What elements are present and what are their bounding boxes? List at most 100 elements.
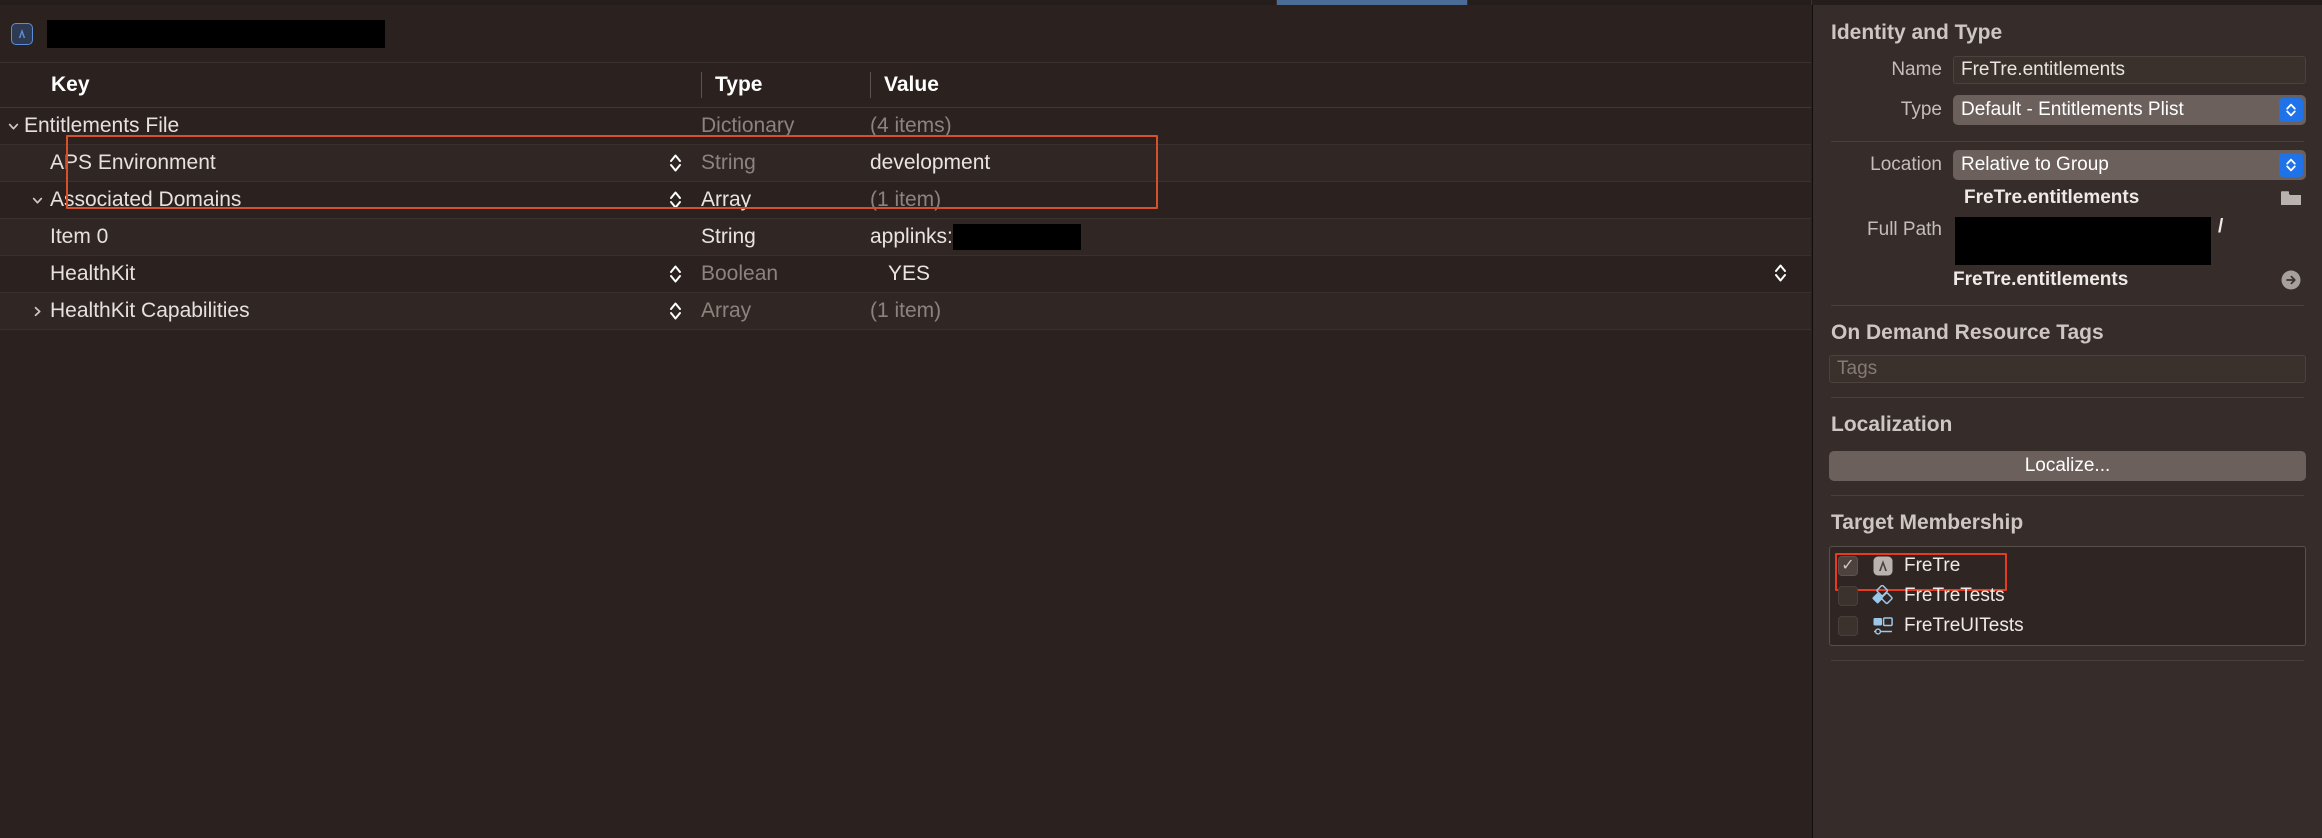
target-checkbox-checked[interactable]: ✓ bbox=[1838, 556, 1858, 576]
location-popup-button[interactable]: Relative to Group bbox=[1953, 150, 2306, 180]
location-label: Location bbox=[1870, 154, 1942, 175]
name-field[interactable]: FreTre.entitlements bbox=[1953, 56, 2306, 84]
table-row[interactable]: Associated Domains Array (1 item) bbox=[0, 182, 1811, 219]
type-label: Type bbox=[1900, 99, 1942, 120]
row-key-label: HealthKit bbox=[50, 262, 136, 285]
table-row[interactable]: HealthKit Capabilities Array (1 item) bbox=[0, 293, 1811, 330]
target-name: FreTre bbox=[1904, 555, 1961, 576]
chevron-down-icon[interactable] bbox=[4, 117, 22, 135]
column-header-value[interactable]: Value bbox=[870, 63, 1811, 107]
app-store-target-icon bbox=[11, 22, 33, 45]
target-checkbox-unchecked[interactable]: ✓ bbox=[1838, 586, 1858, 606]
identity-and-type-section-title: Identity and Type bbox=[1831, 21, 2003, 44]
table-empty-area[interactable] bbox=[0, 330, 1811, 838]
breadcrumb-redacted bbox=[47, 19, 385, 48]
row-type-label: String bbox=[701, 151, 756, 174]
row-key-cell[interactable]: HealthKit bbox=[0, 256, 700, 292]
table-row[interactable]: Item 0 String applinks: bbox=[0, 219, 1811, 256]
row-type-cell[interactable]: Dictionary bbox=[700, 108, 870, 144]
value-redacted-block bbox=[952, 224, 1081, 250]
row-type-cell[interactable]: Array bbox=[669, 182, 870, 218]
inspector-divider bbox=[1831, 495, 2304, 496]
row-key-cell[interactable]: Entitlements File bbox=[0, 108, 700, 144]
boolean-value-stepper-icon[interactable] bbox=[1773, 261, 1789, 287]
type-stepper-icon[interactable] bbox=[667, 261, 683, 287]
jump-bar[interactable] bbox=[0, 5, 1811, 63]
row-type-label: Boolean bbox=[701, 262, 779, 285]
on-demand-resource-tags-title: On Demand Resource Tags bbox=[1831, 321, 2104, 344]
row-value-cell[interactable]: YES bbox=[870, 256, 1811, 292]
inspector-divider bbox=[1831, 660, 2304, 661]
target-membership-item-fretreuitests[interactable]: ✓ FreTreUITests bbox=[1830, 611, 2305, 641]
column-header-type[interactable]: Type bbox=[700, 63, 870, 107]
row-type-cell[interactable]: String bbox=[700, 219, 870, 255]
target-membership-title: Target Membership bbox=[1831, 511, 2024, 534]
row-value-label: (4 items) bbox=[870, 114, 952, 137]
location-row: Location Relative to Group bbox=[1829, 148, 2306, 182]
type-stepper-icon[interactable] bbox=[667, 298, 683, 324]
column-header-key-label: Key bbox=[51, 73, 90, 96]
row-type-label: Array bbox=[701, 188, 752, 211]
row-key-cell[interactable]: APS Environment bbox=[0, 145, 700, 181]
chevron-right-icon[interactable] bbox=[28, 302, 46, 320]
row-key-cell[interactable]: Item 0 bbox=[0, 219, 700, 255]
ui-test-icon bbox=[1872, 615, 1894, 637]
row-type-cell[interactable]: Boolean bbox=[669, 256, 870, 292]
row-value-cell[interactable]: (1 item) bbox=[870, 182, 1811, 218]
row-key-label: Associated Domains bbox=[50, 188, 242, 211]
row-value-cell[interactable]: applinks: bbox=[870, 219, 1811, 255]
row-key-label: Item 0 bbox=[50, 225, 109, 248]
table-row[interactable]: APS Environment String development bbox=[0, 145, 1811, 182]
target-name: FreTreUITests bbox=[1904, 615, 2024, 636]
target-membership-item-fretretests[interactable]: ✓ FreTreTests bbox=[1830, 581, 2305, 611]
property-list-table[interactable]: Key Type Value Entitlements File Diction… bbox=[0, 63, 1811, 838]
row-type-cell[interactable]: Array bbox=[669, 293, 870, 329]
location-popup-value: Relative to Group bbox=[1961, 154, 2109, 175]
row-key-cell[interactable]: HealthKit Capabilities bbox=[0, 293, 700, 329]
chevron-down-icon[interactable] bbox=[28, 191, 46, 209]
row-value-cell[interactable]: development bbox=[870, 145, 1811, 181]
column-divider bbox=[870, 72, 871, 98]
table-row[interactable]: Entitlements File Dictionary (4 items) bbox=[0, 108, 1811, 145]
type-stepper-icon[interactable] bbox=[667, 150, 683, 176]
row-key-label: Entitlements File bbox=[24, 114, 180, 137]
row-type-label: String bbox=[701, 225, 756, 248]
target-membership-item-fretre[interactable]: ✓ FreTre bbox=[1830, 551, 2305, 591]
row-value-label: (1 item) bbox=[870, 188, 942, 211]
type-popup-button[interactable]: Default - Entitlements Plist bbox=[1953, 95, 2306, 125]
full-path-file-name: FreTre.entitlements bbox=[1953, 269, 2129, 290]
name-row: Name FreTre.entitlements bbox=[1829, 53, 2306, 87]
full-path-redacted-block bbox=[1955, 217, 2211, 265]
reveal-arrow-icon[interactable] bbox=[2280, 269, 2302, 291]
row-value-label: development bbox=[870, 151, 991, 174]
target-checkbox-unchecked[interactable]: ✓ bbox=[1838, 616, 1858, 636]
inspector-divider bbox=[1831, 305, 2304, 306]
editor-pane: Key Type Value Entitlements File Diction… bbox=[0, 5, 1811, 838]
localize-button[interactable]: Localize... bbox=[1829, 451, 2306, 481]
row-value-label: YES bbox=[888, 262, 931, 285]
table-row[interactable]: HealthKit Boolean YES bbox=[0, 256, 1811, 293]
row-type-label: Array bbox=[701, 299, 752, 322]
type-stepper-icon[interactable] bbox=[667, 187, 683, 213]
row-value-cell[interactable]: (1 item) bbox=[870, 293, 1811, 329]
location-file-name: FreTre.entitlements bbox=[1964, 187, 2140, 208]
column-header-key[interactable]: Key bbox=[0, 63, 700, 107]
tags-input[interactable]: Tags bbox=[1829, 355, 2306, 383]
column-divider bbox=[701, 72, 702, 98]
table-header-row: Key Type Value bbox=[0, 63, 1811, 108]
name-label: Name bbox=[1891, 59, 1942, 80]
target-membership-list[interactable]: ✓ FreTre ✓ FreTreTests ✓ bbox=[1829, 546, 2306, 646]
type-popup-value: Default - Entitlements Plist bbox=[1961, 99, 2184, 120]
column-header-value-label: Value bbox=[884, 73, 939, 96]
row-value-cell[interactable]: (4 items) bbox=[870, 108, 1811, 144]
file-inspector-pane: Identity and Type Name FreTre.entitlemen… bbox=[1812, 5, 2322, 838]
row-type-cell[interactable]: String bbox=[669, 145, 870, 181]
chevron-updown-icon[interactable] bbox=[2279, 153, 2303, 177]
inspector-divider bbox=[1831, 397, 2304, 398]
column-header-type-label: Type bbox=[715, 73, 763, 96]
chevron-updown-icon[interactable] bbox=[2279, 98, 2303, 122]
row-key-cell[interactable]: Associated Domains bbox=[0, 182, 700, 218]
full-path-row: Full Path / FreTre.entitlements bbox=[1829, 216, 2306, 291]
row-type-label: Dictionary bbox=[701, 114, 795, 137]
folder-icon[interactable] bbox=[2280, 189, 2302, 207]
